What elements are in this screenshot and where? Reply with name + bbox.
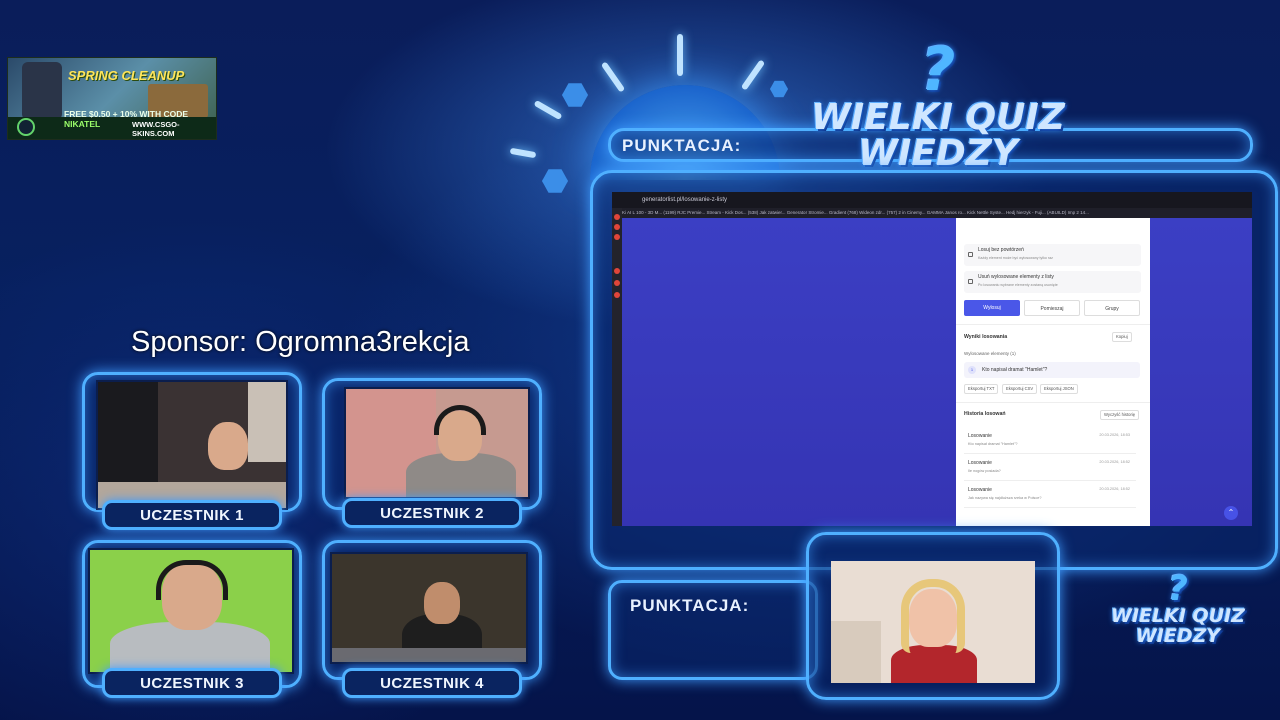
option-subtitle: Każdy element może być wylosowany tylko …	[978, 256, 1053, 260]
groups-button[interactable]: Grupy	[1084, 300, 1140, 316]
sidebar-icon[interactable]	[614, 214, 620, 220]
divider	[956, 402, 1150, 403]
scroll-top-button[interactable]: ⌃	[1224, 506, 1238, 520]
ad-promo-text: FREE $0.50 + 10% WITH CODE	[64, 109, 188, 119]
history-item: Losowanie Ile nogów posiada? 20.03.2026,…	[964, 455, 1136, 481]
participant-label: UCZESTNIK 3	[102, 668, 282, 698]
export-csv-button[interactable]: Eksportuj CSV	[1002, 384, 1038, 394]
browser-window: generatorlist.pl/losowanie-z-listy Ki AI…	[612, 192, 1252, 526]
quiz-logo-small: ? WIELKI QUIZ WIEDZY	[1106, 572, 1250, 646]
history-item: Losowanie Jak nazywa się najdłuższa rzek…	[964, 482, 1136, 508]
score-panel-bottom	[608, 580, 818, 680]
browser-tab-bar: generatorlist.pl/losowanie-z-listy	[612, 192, 1252, 208]
sidebar-icon[interactable]	[614, 234, 620, 240]
divider	[956, 324, 1150, 325]
export-json-button[interactable]: Eksportuj JSON	[1040, 384, 1078, 394]
history-item-title: Losowanie	[968, 433, 992, 439]
host-camera	[831, 561, 1035, 683]
history-item-title: Losowanie	[968, 460, 992, 466]
history-item: Losowanie Kto napisał dramat "Hamlet"? 2…	[964, 428, 1136, 454]
clear-history-button[interactable]: Wyczyść historię	[1100, 410, 1140, 420]
ad-logo-icon	[17, 118, 35, 136]
ad-character	[22, 62, 62, 120]
sidebar-icon[interactable]	[614, 280, 620, 286]
sidebar-icon[interactable]	[614, 224, 620, 230]
history-item-title: Losowanie	[968, 487, 992, 493]
participant-label: UCZESTNIK 4	[342, 668, 522, 698]
history-item-date: 20.03.2026, 18:52	[1099, 460, 1130, 464]
logo-line1: WIELKI QUIZ	[811, 97, 1065, 138]
chair	[831, 621, 881, 683]
logo-line1: WIELKI QUIZ	[1111, 605, 1245, 627]
history-item-date: 20.03.2026, 18:52	[1099, 487, 1130, 491]
participant-tile-4: UCZESTNIK 4	[322, 540, 542, 700]
option-no-repeat[interactable]: Losuj bez powtórzeń Każdy element może b…	[964, 244, 1141, 266]
participant-tile-3: UCZESTNIK 3	[82, 540, 302, 700]
history-item-subtitle: Jak nazywa się najdłuższa rzeka w Polsce…	[968, 496, 1042, 500]
sidebar-icon[interactable]	[614, 268, 620, 274]
browser-sidebar	[612, 208, 622, 526]
participant-label: UCZESTNIK 1	[102, 500, 282, 530]
participant-label: UCZESTNIK 2	[342, 498, 522, 528]
option-remove-drawn[interactable]: Usuń wylosowane elementy z listy Po loso…	[964, 271, 1141, 293]
sponsor-ad[interactable]: SPRING CLEANUP FREE $0.50 + 10% WITH COD…	[7, 57, 217, 140]
draw-button[interactable]: Wylosuj	[964, 300, 1020, 316]
participant-face	[208, 422, 248, 470]
history-item-subtitle: Ile nogów posiada?	[968, 469, 1001, 473]
ray-decoration	[677, 34, 683, 76]
web-page: Losuj bez powtórzeń Każdy element może b…	[622, 218, 1252, 526]
wall	[248, 382, 286, 462]
ad-promo-code: NIKATEL	[64, 119, 101, 129]
drawn-item-text: Kto napisał dramat "Hamlet"?	[982, 367, 1048, 373]
sponsor-text: Sponsor: Ogromna3rekcja	[131, 326, 470, 358]
participant-tile-2: UCZESTNIK 2	[322, 378, 542, 528]
desk	[332, 648, 526, 662]
ad-title: SPRING CLEANUP	[68, 68, 185, 83]
logo-line2: WIEDZY	[858, 133, 1018, 174]
participant-tile-1: UCZESTNIK 1	[82, 372, 302, 530]
ad-url: WWW.CSGO-SKINS.COM	[132, 120, 180, 138]
drawn-item: 1 Kto napisał dramat "Hamlet"?	[964, 362, 1140, 378]
draw-card: Losuj bez powtórzeń Każdy element może b…	[956, 218, 1150, 526]
checkbox[interactable]	[968, 252, 973, 257]
score-label-top: PUNKTACJA:	[622, 136, 742, 155]
checkbox[interactable]	[968, 279, 973, 284]
option-subtitle: Po losowaniu wybrane elementy zostaną us…	[978, 283, 1058, 287]
question-mark-icon: ?	[920, 35, 956, 105]
headset-icon	[434, 405, 486, 435]
history-title: Historia losowań	[964, 411, 1006, 417]
question-mark-icon: ?	[1168, 569, 1188, 609]
export-txt-button[interactable]: Eksportuj TXT	[964, 384, 999, 394]
participant-face	[424, 582, 460, 624]
quiz-logo: ? WIELKI QUIZ WIEDZY	[808, 40, 1068, 172]
host-hair	[901, 579, 965, 653]
participant-camera	[344, 387, 530, 499]
drawn-index: 1	[968, 366, 976, 374]
participant-camera	[88, 548, 294, 674]
logo-line2: WIEDZY	[1135, 625, 1221, 647]
results-title: Wyniki losowania	[964, 334, 1008, 340]
participant-camera	[330, 552, 528, 664]
score-label-bottom: PUNKTACJA:	[630, 596, 750, 615]
history-item-date: 20.03.2026, 18:53	[1099, 433, 1130, 437]
shuffle-button[interactable]: Pomieszaj	[1024, 300, 1080, 316]
headset-icon	[156, 560, 228, 600]
option-title: Losuj bez powtórzeń	[978, 247, 1024, 253]
sidebar-icon[interactable]	[614, 292, 620, 298]
bookmarks-bar[interactable]: Ki AI L 100 - 3D M... (1199) RJC Premie.…	[622, 208, 1252, 218]
copy-button[interactable]: Kopiuj	[1112, 332, 1132, 342]
history-item-subtitle: Kto napisał dramat "Hamlet"?	[968, 442, 1018, 446]
address-bar[interactable]: generatorlist.pl/losowanie-z-listy	[642, 195, 727, 205]
option-title: Usuń wylosowane elementy z listy	[978, 274, 1054, 280]
participant-camera	[96, 380, 288, 510]
drawn-label: Wylosowane elementy (1)	[964, 351, 1016, 356]
